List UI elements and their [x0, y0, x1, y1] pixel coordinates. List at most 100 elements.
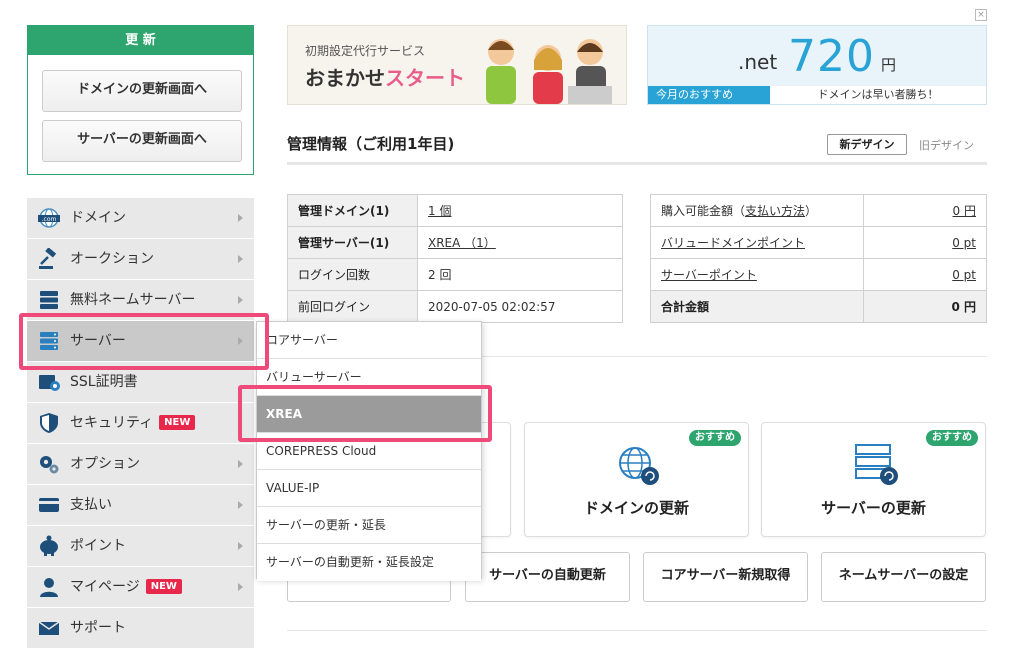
- domain-update-button[interactable]: ドメインの更新画面へ: [42, 70, 242, 112]
- sidebar-item-label: セキュリティ NEW: [70, 403, 196, 443]
- banner-yen: 円: [881, 56, 897, 74]
- table-value: 0 pt: [863, 258, 987, 291]
- highlight-xrea-item: [238, 385, 492, 442]
- purchasable-amount-link[interactable]: 0 円: [953, 204, 976, 218]
- gavel-icon: [39, 248, 57, 269]
- server-refresh-icon: [855, 444, 898, 485]
- banner-price: 720: [788, 31, 875, 82]
- coreserver-new-button[interactable]: コアサーバー新規取得: [643, 552, 808, 602]
- sidebar-item-mypage[interactable]: マイページ NEW: [27, 567, 254, 608]
- nameserver-settings-button[interactable]: ネームサーバーの設定: [821, 552, 986, 602]
- ssl-icon: [39, 375, 60, 391]
- table-value: 0 円: [863, 194, 987, 227]
- table-key: バリュードメインポイント: [650, 226, 864, 259]
- globe-refresh-icon: [619, 447, 659, 485]
- server-point-link[interactable]: サーバーポイント: [661, 268, 757, 282]
- sidebar-item-label: サポート: [70, 620, 126, 636]
- table-key: 購入可能金額（支払い方法）: [650, 194, 864, 227]
- shield-icon: [40, 413, 58, 433]
- sidebar-item-payment[interactable]: 支払い: [27, 485, 254, 526]
- server-submenu: コアサーバー バリューサーバー XREA COREPRESS Cloud VAL…: [256, 321, 482, 581]
- table-key: ログイン回数: [287, 258, 418, 291]
- sidebar-item-point[interactable]: ポイント: [27, 526, 254, 567]
- sidebar-item-label: ポイント: [70, 538, 126, 554]
- table-row: バリュードメインポイント 0 pt: [650, 226, 987, 259]
- sidebar-item-support[interactable]: サポート: [27, 608, 254, 649]
- table-key: サーバーポイント: [650, 258, 864, 291]
- chevron-right-icon: [238, 255, 243, 263]
- banner-title: おまかせスタート: [305, 66, 465, 90]
- sidebar-item-label: マイページ NEW: [70, 567, 182, 607]
- banner-tld: .net: [738, 50, 778, 74]
- sidebar-item-label: 支払い: [70, 497, 112, 513]
- banner-right-caption: ドメインは早い者勝ち！: [770, 86, 986, 104]
- close-icon[interactable]: ×: [975, 9, 987, 21]
- table-row: ログイン回数 2 回: [287, 258, 623, 291]
- new-badge: NEW: [159, 414, 196, 430]
- user-icon: [40, 578, 58, 597]
- table-value: 2 回: [417, 258, 623, 291]
- people-illustration: [486, 39, 612, 104]
- server-update-card[interactable]: おすすめ サーバーの更新: [761, 422, 986, 537]
- table-row: サーバーポイント 0 pt: [650, 258, 987, 291]
- sidebar-item-auction[interactable]: オークション: [27, 239, 254, 280]
- value-domain-point-link[interactable]: バリュードメインポイント: [661, 236, 805, 250]
- omakase-start-banner[interactable]: 初期設定代行サービス おまかせスタート: [287, 25, 627, 105]
- table-key: 管理サーバー(1): [287, 226, 418, 259]
- table-value: 0 円: [863, 290, 987, 323]
- page-title: 管理情報（ご利用1年目): [287, 135, 455, 153]
- com-icon: .com: [38, 208, 60, 228]
- value-domain-point-value[interactable]: 0 pt: [952, 236, 976, 250]
- old-design-link[interactable]: 旧デザイン: [919, 137, 974, 153]
- table-row: 前回ログイン 2020-07-05 02:02:57: [287, 290, 623, 323]
- new-design-button[interactable]: 新デザイン: [827, 134, 907, 155]
- submenu-item-server-renew[interactable]: サーバーの更新・延長: [257, 507, 481, 544]
- card-title: サーバーの更新: [821, 499, 926, 517]
- domain-count-link[interactable]: 1 個: [428, 204, 451, 218]
- table-value: 2020-07-05 02:02:57: [417, 290, 623, 323]
- sidebar-item-label: オプション: [70, 456, 140, 472]
- sidebar-menu: .com ドメイン オークション 無料ネームサーバー サーバー SSL証明書 セ…: [27, 198, 255, 649]
- server-count-link[interactable]: XREA （1）: [428, 236, 496, 250]
- mail-icon: [38, 621, 60, 635]
- new-badge: NEW: [145, 578, 182, 594]
- divider: [287, 630, 987, 631]
- server-update-button[interactable]: サーバーの更新画面へ: [42, 120, 242, 162]
- table-row: 購入可能金額（支払い方法） 0 円: [650, 194, 987, 227]
- gears-icon: [40, 456, 59, 474]
- piggy-bank-icon: [40, 535, 58, 556]
- table-row: 合計金額 0 円: [650, 290, 987, 323]
- submenu-item-coreserver[interactable]: コアサーバー: [257, 322, 481, 359]
- server-point-value[interactable]: 0 pt: [952, 268, 976, 282]
- update-heading: 更 新: [28, 26, 253, 55]
- sidebar-item-label: オークション: [70, 251, 154, 267]
- account-info-table: 管理ドメイン(1) 1 個 管理サーバー(1) XREA （1） ログイン回数 …: [287, 194, 623, 323]
- table-row: 管理サーバー(1) XREA （1）: [287, 226, 623, 259]
- chevron-right-icon: [238, 542, 243, 550]
- payment-method-link[interactable]: 支払い方法: [745, 204, 805, 218]
- table-value: XREA （1）: [417, 226, 623, 259]
- svg-text:.com: .com: [42, 216, 57, 223]
- submenu-item-server-auto-renew[interactable]: サーバーの自動更新・延長設定: [257, 544, 481, 581]
- chevron-right-icon: [238, 583, 243, 591]
- table-value: 1 個: [417, 194, 623, 227]
- divider: [287, 162, 987, 165]
- sidebar-item-security[interactable]: セキュリティ NEW: [27, 403, 254, 444]
- sidebar-item-label: ドメイン: [70, 210, 126, 226]
- sidebar-item-option[interactable]: オプション: [27, 444, 254, 485]
- net-domain-banner[interactable]: .net 720 円 今月のおすすめ ドメインは早い者勝ち！: [647, 25, 987, 105]
- banner-left-caption: 今月のおすすめ: [648, 86, 770, 104]
- recommend-badge: おすすめ: [926, 430, 978, 446]
- server-stack-icon: [40, 291, 58, 309]
- banner-subtitle: 初期設定代行サービス: [305, 44, 426, 58]
- update-panel: 更 新 ドメインの更新画面へ サーバーの更新画面へ: [27, 25, 254, 175]
- table-key: 合計金額: [650, 290, 864, 323]
- server-auto-renew-button[interactable]: サーバーの自動更新: [465, 552, 630, 602]
- domain-update-card[interactable]: おすすめ ドメインの更新: [524, 422, 749, 537]
- chevron-right-icon: [238, 460, 243, 468]
- highlight-server-menu: [19, 313, 269, 370]
- submenu-item-value-ip[interactable]: VALUE-IP: [257, 470, 481, 507]
- chevron-right-icon: [238, 501, 243, 509]
- sidebar-item-domain[interactable]: .com ドメイン: [27, 198, 254, 239]
- table-row: 管理ドメイン(1) 1 個: [287, 194, 623, 227]
